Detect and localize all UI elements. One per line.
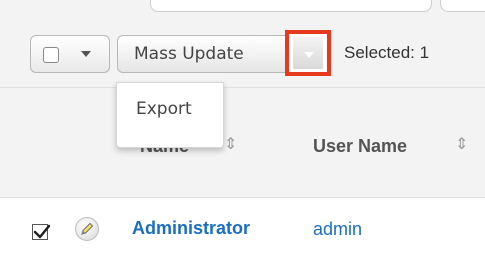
sort-icon[interactable]: ⇕ <box>224 134 237 154</box>
edit-pencil-icon[interactable] <box>75 217 99 241</box>
mass-update-button[interactable]: Mass Update <box>117 35 287 73</box>
chevron-down-icon <box>81 51 91 57</box>
search-input[interactable] <box>150 0 432 12</box>
menu-item-export[interactable]: Export <box>136 99 192 119</box>
record-name-link[interactable]: Administrator <box>132 218 250 239</box>
column-header-user-name[interactable]: User Name <box>313 136 407 157</box>
record-user-name-link[interactable]: admin <box>313 219 362 240</box>
chevron-down-icon <box>304 52 314 58</box>
search-button[interactable] <box>440 0 485 12</box>
actions-dropdown-menu: Export <box>116 82 224 148</box>
selected-count: Selected: 1 <box>344 43 430 62</box>
row-checkbox[interactable] <box>32 224 51 240</box>
table-header <box>0 88 485 198</box>
actions-dropdown-toggle[interactable] <box>285 30 331 76</box>
select-all-dropdown[interactable] <box>30 35 110 73</box>
sort-icon[interactable]: ⇕ <box>455 134 468 154</box>
checkmark-icon <box>33 224 51 239</box>
toggle-face <box>293 37 323 69</box>
select-all-checkbox[interactable] <box>43 47 59 63</box>
pencil-icon <box>81 222 94 235</box>
